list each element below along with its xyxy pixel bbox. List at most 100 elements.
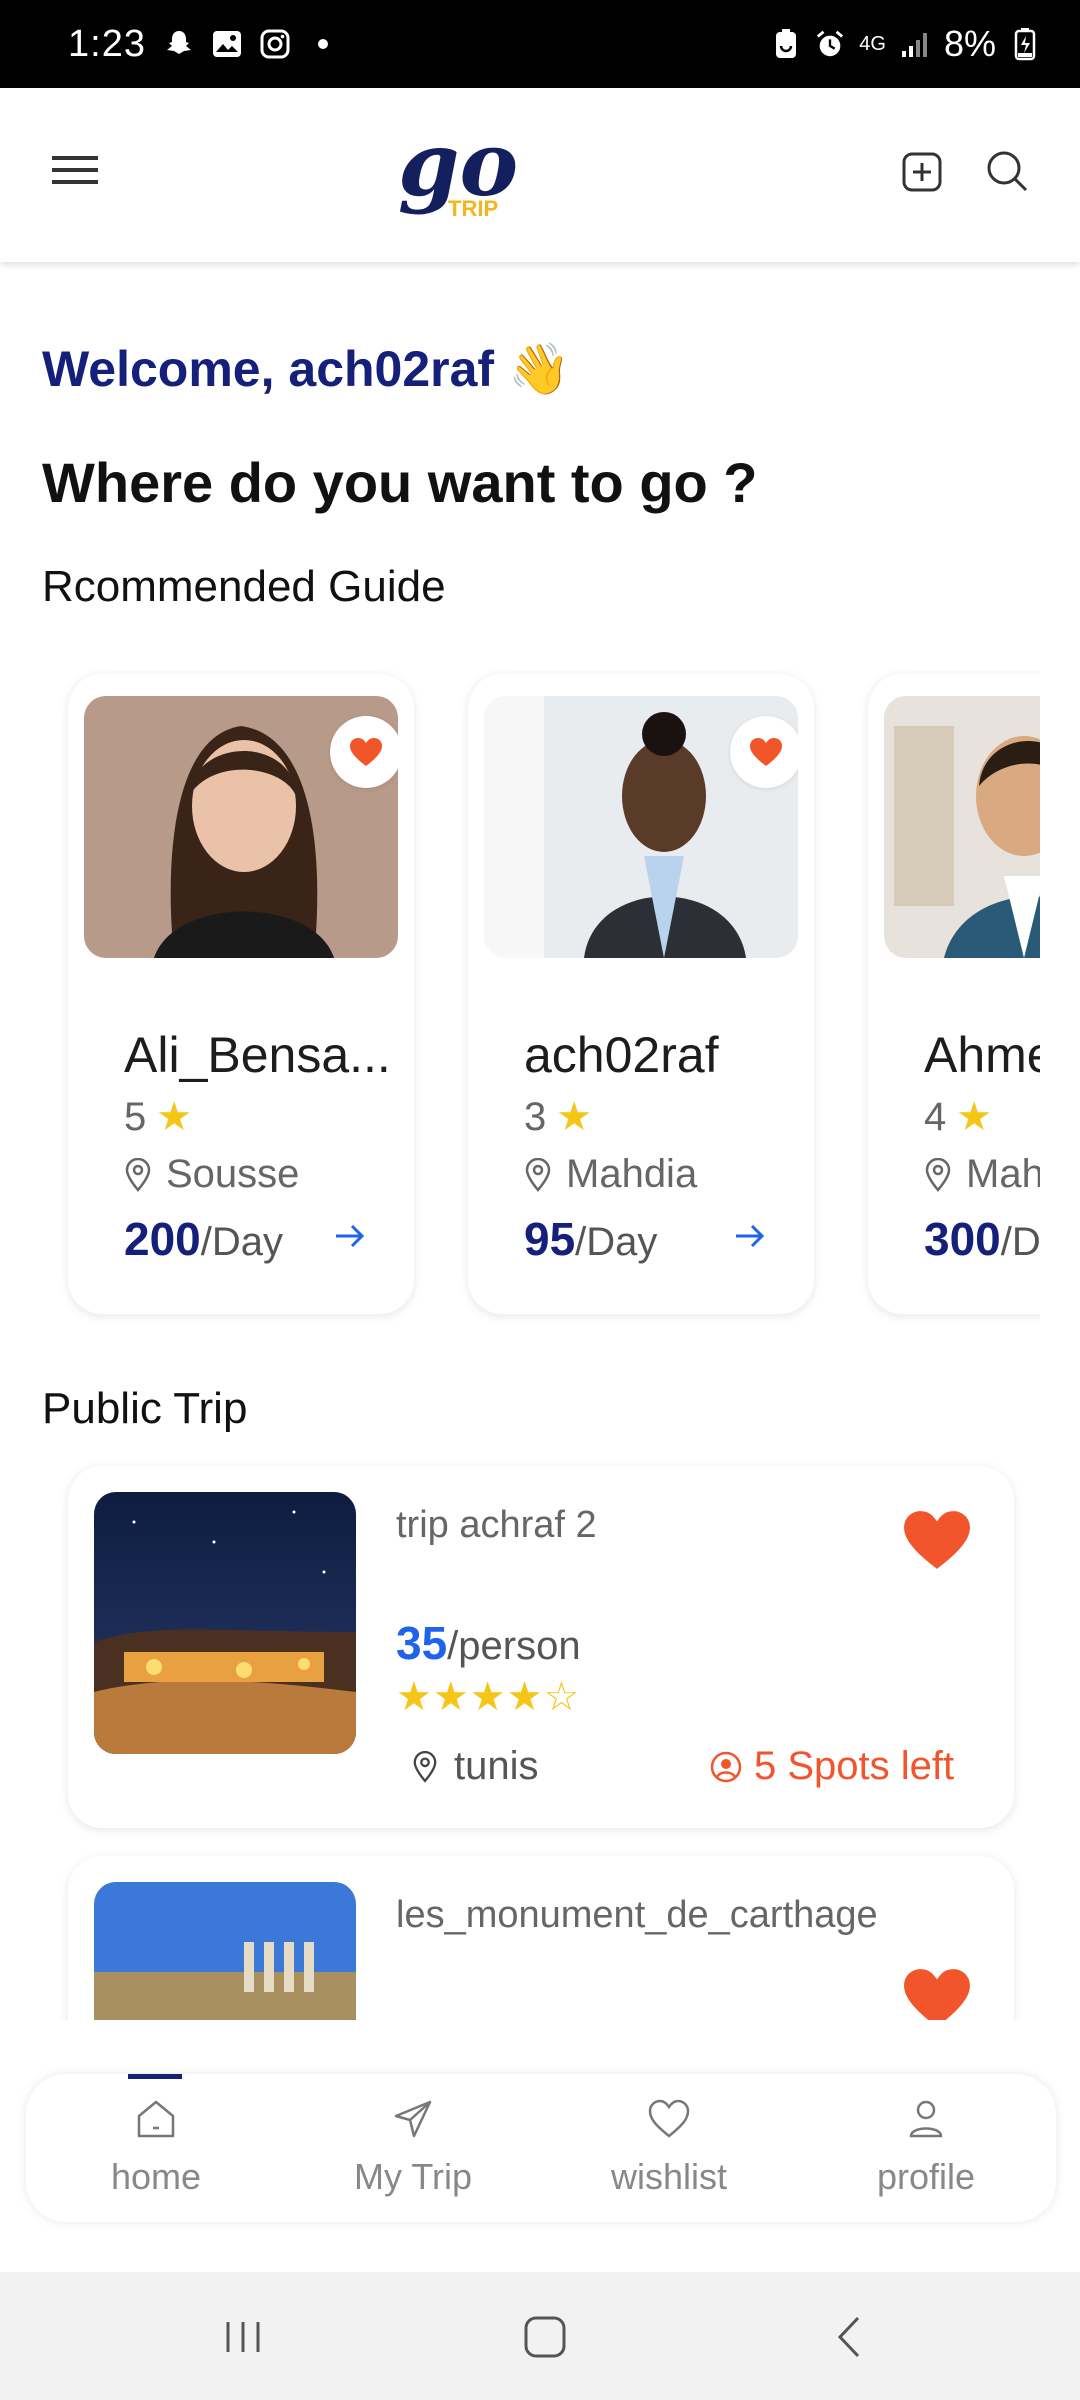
- guide-name: Ali_Bensa...: [124, 1027, 391, 1083]
- price-value: 300: [924, 1213, 1001, 1265]
- menu-icon[interactable]: [50, 148, 100, 192]
- price-value: 200: [124, 1213, 201, 1265]
- status-time: 1:23: [68, 22, 146, 65]
- guide-carousel[interactable]: Ali_Bensa... 5 ★ Sousse 200/Day ach02raf…: [0, 670, 1040, 1330]
- trip-title: les_monument_de_carthage: [396, 1894, 878, 1936]
- rating-value: 4: [924, 1094, 947, 1139]
- arrow-right-icon[interactable]: [330, 1216, 370, 1256]
- favorite-button[interactable]: [330, 716, 398, 788]
- price-unit: /Day: [1000, 1220, 1040, 1264]
- heart-icon: [648, 2099, 690, 2138]
- nav-label: profile: [876, 2156, 976, 2197]
- rating-value: 3: [524, 1094, 547, 1139]
- add-trip-button[interactable]: [900, 150, 944, 194]
- gallery-icon: [212, 29, 242, 59]
- star-icon: ★: [956, 1095, 993, 1139]
- star-icon: ★: [156, 1095, 193, 1139]
- location-text: tunis: [454, 1744, 539, 1788]
- trip-image: [94, 1882, 356, 2020]
- trip-location: tunis: [412, 1744, 539, 1789]
- home-icon: [137, 2100, 175, 2138]
- guide-rating: 3 ★: [524, 1094, 592, 1140]
- logo-sub-text: TRIP: [448, 196, 499, 221]
- nav-label: wishlist: [610, 2156, 727, 2197]
- alarm-icon: [815, 29, 845, 59]
- battery-percent: 8%: [943, 23, 996, 64]
- location-pin-icon: [925, 1157, 951, 1192]
- nav-wishlist[interactable]: wishlist: [559, 2074, 779, 2222]
- location-pin-icon: [525, 1157, 551, 1192]
- public-trip-title: Public Trip: [42, 1384, 248, 1433]
- home-button-icon[interactable]: [520, 2312, 570, 2362]
- snapchat-icon: [164, 29, 194, 59]
- bottom-navigation: home My Trip wishlist profile: [26, 2074, 1056, 2222]
- nav-home[interactable]: home: [46, 2074, 266, 2222]
- user-circle-icon: [710, 1751, 742, 1782]
- trip-image: [94, 1492, 356, 1754]
- guide-card[interactable]: Ali_Bensa... 5 ★ Sousse 200/Day: [68, 674, 414, 1314]
- spots-left-text: 5 Spots left: [754, 1744, 955, 1788]
- arrow-right-icon[interactable]: [730, 1216, 770, 1256]
- search-icon[interactable]: [984, 148, 1030, 194]
- price-unit: /person: [447, 1624, 581, 1668]
- system-navigation-bar: [0, 2272, 1080, 2400]
- network-type: 4G: [859, 32, 886, 55]
- guide-avatar: [84, 696, 398, 958]
- location-text: Sousse: [166, 1152, 300, 1196]
- guide-price: 300/Day: [924, 1212, 1040, 1266]
- instagram-icon: [260, 29, 290, 59]
- location-text: Mahdia: [566, 1152, 698, 1196]
- recent-apps-icon[interactable]: [218, 2312, 268, 2362]
- spots-left-badge: 5 Spots left: [710, 1744, 954, 1789]
- trip-list[interactable]: trip achraf 2 35/person ★★★★☆ tunis 5 Sp…: [0, 1450, 1080, 2020]
- price-unit: /Day: [575, 1220, 658, 1264]
- heart-icon[interactable]: [902, 1508, 972, 1572]
- trip-card[interactable]: les_monument_de_carthage: [68, 1856, 1014, 2020]
- app-logo: go TRIP: [398, 120, 518, 230]
- guide-rating: 4 ★: [924, 1094, 992, 1140]
- battery-saver-icon: [771, 29, 801, 59]
- rating-value: 5: [124, 1094, 147, 1139]
- price-unit: /Day: [200, 1220, 283, 1264]
- nav-label: My Trip: [353, 2156, 472, 2197]
- waving-hand-icon: 👋: [507, 341, 571, 397]
- send-icon: [394, 2100, 432, 2138]
- guide-card[interactable]: ach02raf 3 ★ Mahdia 95/Day: [468, 674, 814, 1314]
- logo-main-text: go: [398, 112, 519, 216]
- trip-card[interactable]: trip achraf 2 35/person ★★★★☆ tunis 5 Sp…: [68, 1466, 1014, 1828]
- notification-dot-icon: [308, 29, 338, 59]
- app-header: go TRIP: [0, 88, 1080, 262]
- trip-rating-stars: ★★★★☆: [396, 1675, 581, 1719]
- nav-my-trip[interactable]: My Trip: [303, 2074, 523, 2222]
- welcome-greeting: Welcome, ach02raf 👋: [42, 340, 570, 399]
- price-value: 95: [524, 1213, 576, 1265]
- battery-charging-icon: [1010, 28, 1040, 61]
- guide-price: 200/Day: [124, 1212, 283, 1266]
- user-icon: [909, 2100, 943, 2138]
- favorite-button[interactable]: [730, 716, 798, 788]
- star-icon: ★: [556, 1095, 593, 1139]
- guide-rating: 5 ★: [124, 1094, 192, 1140]
- guide-location: Mahdia: [524, 1152, 697, 1197]
- recommended-guide-title: Rcommended Guide: [42, 562, 446, 611]
- guide-location: Sousse: [124, 1152, 299, 1197]
- guide-avatar: [884, 696, 1040, 958]
- guide-avatar: [484, 696, 798, 958]
- heart-icon[interactable]: [902, 1966, 972, 2020]
- guide-card[interactable]: Ahmed 4 ★ Mahdia 300/Day: [868, 674, 1040, 1314]
- signal-icon: [900, 29, 930, 59]
- guide-name: Ahmed: [924, 1027, 1040, 1083]
- guide-location: Mahdia: [924, 1152, 1040, 1197]
- page-headline: Where do you want to go ?: [42, 451, 758, 514]
- status-bar: 1:23 4G 8%: [0, 0, 1080, 88]
- nav-label: home: [110, 2156, 202, 2197]
- guide-name: ach02raf: [524, 1027, 719, 1083]
- location-text: Mahdia: [966, 1152, 1040, 1196]
- guide-price: 95/Day: [524, 1212, 657, 1266]
- location-pin-icon: [125, 1157, 151, 1192]
- nav-profile[interactable]: profile: [816, 2074, 1036, 2222]
- location-pin-icon: [413, 1750, 437, 1783]
- back-icon[interactable]: [826, 2312, 876, 2362]
- welcome-text: Welcome, ach02raf: [42, 341, 495, 397]
- trip-title: trip achraf 2: [396, 1504, 597, 1546]
